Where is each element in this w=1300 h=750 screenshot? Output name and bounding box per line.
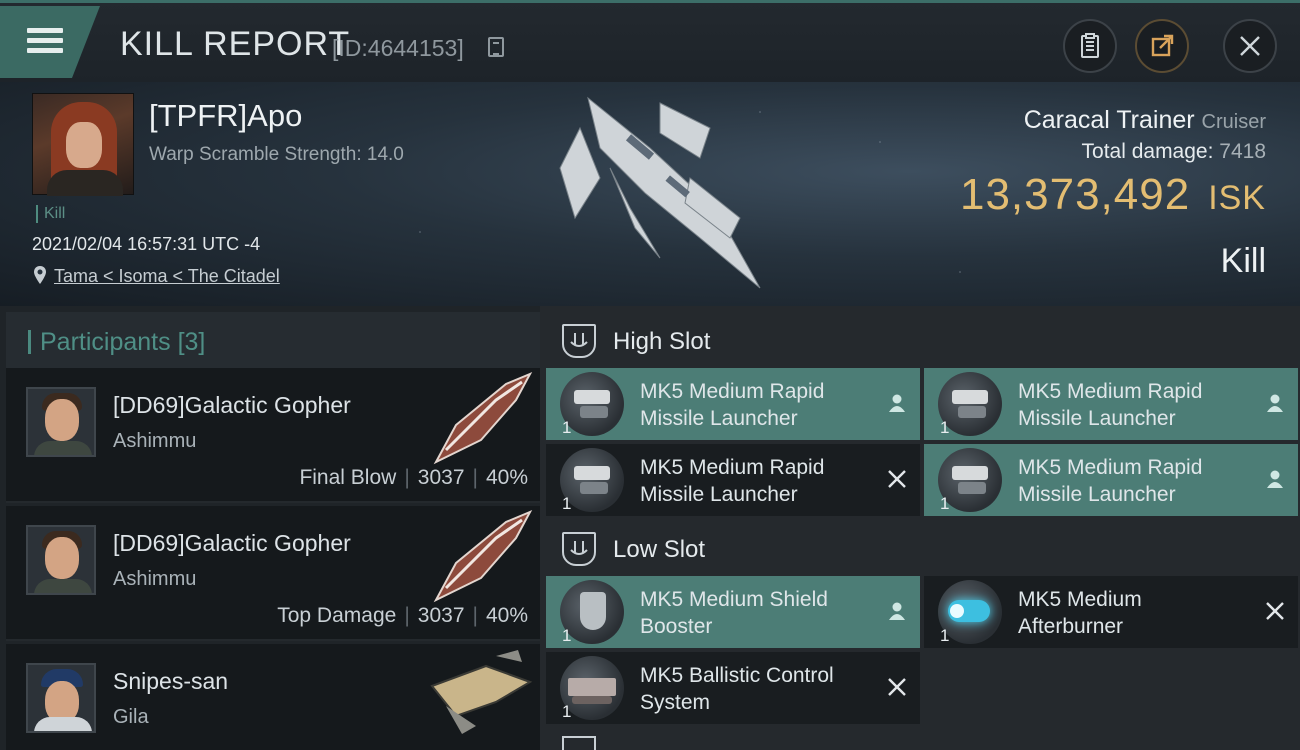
warp-scramble-strength: Warp Scramble Strength: 14.0 bbox=[149, 144, 404, 165]
participant-name: Snipes-san bbox=[113, 668, 229, 694]
destroyed-icon bbox=[888, 470, 906, 488]
avatar[interactable] bbox=[26, 525, 96, 595]
high-slot-header: High Slot bbox=[540, 310, 1300, 368]
clipboard-icon bbox=[1081, 33, 1099, 58]
module-quantity: 1 bbox=[562, 494, 572, 513]
total-damage: Total damage: 7418 bbox=[1081, 140, 1266, 163]
module-slot[interactable]: 1 MK5 Ballistic Control System bbox=[546, 652, 920, 724]
low-slot-header: Low Slot bbox=[540, 518, 1300, 576]
participants-count: [3] bbox=[177, 328, 206, 356]
menu-button[interactable] bbox=[0, 6, 100, 78]
module-quantity: 1 bbox=[940, 626, 950, 645]
top-bar: KILL REPORT [ID:4644153] bbox=[0, 0, 1300, 82]
module-name: MK5 Ballistic Control System bbox=[640, 664, 834, 714]
share-icon bbox=[1151, 34, 1174, 57]
kill-timestamp: 2021/02/04 16:57:31 UTC -4 bbox=[32, 234, 261, 254]
pilot-icon bbox=[889, 602, 905, 620]
copy-icon[interactable] bbox=[488, 37, 504, 57]
ship-class: Cruiser bbox=[1201, 111, 1266, 133]
clipboard-button[interactable] bbox=[1063, 19, 1117, 73]
module-slot[interactable]: 1 MK5 Medium Shield Booster bbox=[546, 576, 920, 648]
pilot-icon bbox=[889, 394, 905, 412]
close-button[interactable] bbox=[1223, 19, 1277, 73]
report-id: [ID:4644153] bbox=[332, 35, 464, 61]
isk-value: 13,373,492 ISK bbox=[959, 170, 1266, 219]
participant-ship: Ashimmu bbox=[113, 430, 197, 452]
module-name: MK5 Medium Shield Booster bbox=[640, 588, 828, 638]
participant-stats: Final Blow | 3037 | 40% bbox=[299, 466, 528, 489]
participants-panel: Participants [3] [DD69]Galactic Gopher A… bbox=[0, 306, 540, 750]
participant-ship-image bbox=[433, 509, 533, 603]
result-label: Kill bbox=[1220, 242, 1266, 280]
share-button[interactable] bbox=[1135, 19, 1189, 73]
module-quantity: 1 bbox=[562, 626, 572, 645]
module-quantity: 1 bbox=[562, 702, 572, 721]
participants-header: Participants [3] bbox=[6, 312, 540, 370]
ship-name[interactable]: Caracal Trainer Cruiser bbox=[1024, 106, 1266, 135]
module-name: MK5 Medium Rapid Missile Launcher bbox=[1018, 380, 1203, 430]
participant-ship: Ashimmu bbox=[113, 568, 197, 590]
destroyed-icon bbox=[1266, 602, 1284, 620]
participant-name: [DD69]Galactic Gopher bbox=[113, 530, 351, 556]
high-slot-icon bbox=[562, 324, 596, 358]
module-quantity: 1 bbox=[940, 418, 950, 437]
location-pin-icon bbox=[34, 266, 46, 284]
module-quantity: 1 bbox=[562, 418, 572, 437]
fitting-panel: High Slot 1 MK5 Medium Rapid Missile Laun… bbox=[540, 306, 1300, 750]
mid-slot-icon bbox=[562, 736, 596, 750]
participant-ship-image bbox=[430, 650, 533, 734]
module-quantity: 1 bbox=[940, 494, 950, 513]
kill-location-link[interactable]: Tama < Isoma < The Citadel bbox=[54, 266, 280, 287]
participant-ship-image bbox=[433, 371, 533, 465]
page-title: KILL REPORT bbox=[120, 25, 351, 63]
victim-ship-image bbox=[559, 96, 761, 289]
avatar[interactable] bbox=[26, 663, 96, 733]
low-slot-icon bbox=[562, 532, 596, 566]
participant-ship: Gila bbox=[113, 706, 149, 728]
module-slot[interactable]: 1 MK5 Medium Rapid Missile Launcher bbox=[546, 368, 920, 440]
module-slot[interactable]: 1 MK5 Medium Rapid Missile Launcher bbox=[924, 368, 1298, 440]
module-name: MK5 Medium Rapid Missile Launcher bbox=[1018, 456, 1203, 506]
kill-banner: [TPFR]Apo Warp Scramble Strength: 14.0 K… bbox=[0, 82, 1300, 306]
kill-tag: Kill bbox=[36, 205, 65, 223]
victim-portrait[interactable] bbox=[32, 93, 134, 196]
module-name: MK5 Medium Rapid Missile Launcher bbox=[640, 380, 825, 430]
avatar[interactable] bbox=[26, 387, 96, 457]
close-icon bbox=[1240, 36, 1260, 56]
participant-stats: Top Damage | 3037 | 40% bbox=[277, 604, 528, 627]
pilot-icon bbox=[1267, 470, 1283, 488]
module-slot[interactable]: 1 MK5 Medium Afterburner bbox=[924, 576, 1298, 648]
participant-row[interactable]: [DD69]Galactic Gopher Ashimmu Top Damage… bbox=[6, 506, 540, 641]
module-slot[interactable]: 1 MK5 Medium Rapid Missile Launcher bbox=[924, 444, 1298, 516]
destroyed-icon bbox=[888, 678, 906, 696]
participant-name: [DD69]Galactic Gopher bbox=[113, 392, 351, 418]
pilot-icon bbox=[1267, 394, 1283, 412]
hamburger-icon bbox=[27, 28, 63, 54]
participant-row[interactable]: [DD69]Galactic Gopher Ashimmu Final Blow… bbox=[6, 368, 540, 503]
module-name: MK5 Medium Afterburner bbox=[1018, 588, 1142, 638]
module-name: MK5 Medium Rapid Missile Launcher bbox=[640, 456, 825, 506]
victim-name[interactable]: [TPFR]Apo bbox=[149, 98, 302, 134]
module-slot[interactable]: 1 MK5 Medium Rapid Missile Launcher bbox=[546, 444, 920, 516]
participant-row[interactable]: Snipes-san Gila bbox=[6, 644, 540, 750]
